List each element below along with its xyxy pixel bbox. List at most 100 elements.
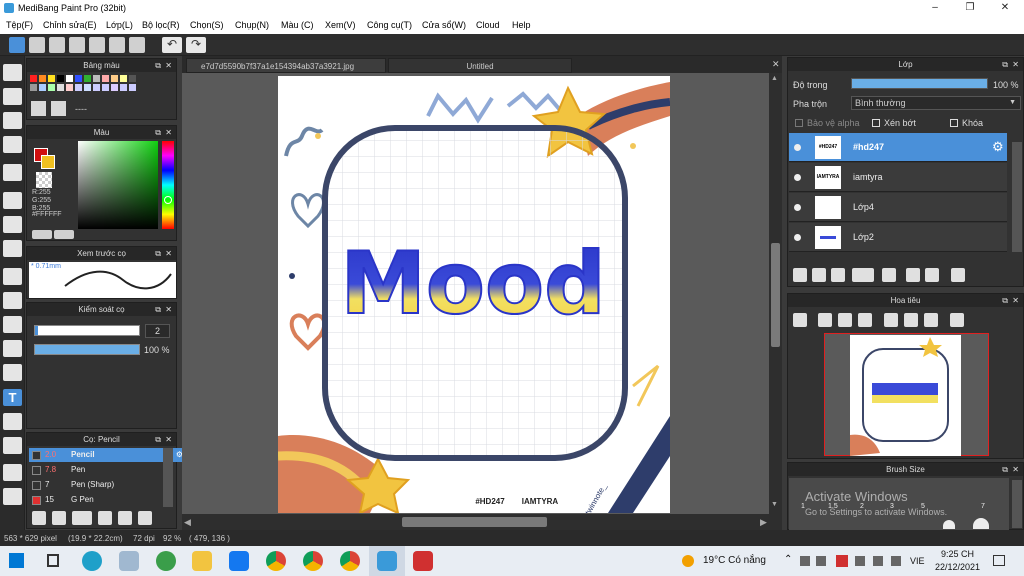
dot-tool-icon[interactable] <box>3 136 22 153</box>
brush-size-field[interactable]: 2 <box>145 324 170 338</box>
edge-icon[interactable] <box>82 551 102 571</box>
menu-view[interactable]: Xem(V) <box>325 20 356 30</box>
new-layer-icon[interactable] <box>793 268 807 282</box>
clip-checkbox[interactable] <box>872 119 880 127</box>
palette-swatch[interactable] <box>111 75 118 82</box>
task-view-icon[interactable] <box>47 554 59 567</box>
select-pen-icon[interactable] <box>3 340 22 357</box>
brush-list-scrollbar[interactable] <box>163 448 173 507</box>
weather-text[interactable]: 19°C Có nắng <box>703 555 766 566</box>
delete-layer-icon[interactable] <box>951 268 965 282</box>
medibang-icon[interactable] <box>377 551 397 571</box>
magic-wand-icon[interactable] <box>3 316 22 333</box>
move-tool-icon[interactable] <box>3 164 22 181</box>
hue-slider[interactable] <box>162 141 174 229</box>
palette-swatch[interactable] <box>120 75 127 82</box>
tray-wifi-icon[interactable] <box>873 556 883 566</box>
operation-tool-icon[interactable] <box>3 413 22 430</box>
palette-swatch[interactable] <box>66 75 73 82</box>
brush-dot-medium[interactable] <box>943 520 955 529</box>
menu-edit[interactable]: Chỉnh sửa(E) <box>43 20 97 30</box>
navigator-preview[interactable] <box>824 333 989 456</box>
text-tool-icon[interactable]: T <box>3 389 22 406</box>
popout-icon[interactable]: ⧉ <box>155 433 161 446</box>
notification-icon[interactable] <box>993 555 1005 566</box>
popout-icon[interactable]: ⧉ <box>1002 294 1008 307</box>
language-indicator[interactable]: VIE <box>910 556 925 566</box>
layer-folder-icon[interactable] <box>882 268 896 282</box>
scroll-down-icon[interactable]: ▼ <box>771 501 778 508</box>
scroll-right-icon[interactable]: ▶ <box>760 517 767 528</box>
canvas-area[interactable]: Mood #HD247 IAMTYRA @twinnote_ <box>182 73 782 530</box>
popout-icon[interactable]: ⧉ <box>1002 58 1008 71</box>
eye-icon[interactable] <box>794 144 801 151</box>
duplicate-icon[interactable] <box>138 511 152 525</box>
close-icon[interactable]: ✕ <box>998 2 1012 13</box>
artwork-canvas[interactable]: Mood #HD247 IAMTYRA @twinnote_ <box>278 76 670 513</box>
brush-tool-icon[interactable] <box>3 64 22 81</box>
menu-capture[interactable]: Chụp(N) <box>235 20 269 30</box>
palette-swatch[interactable] <box>48 75 55 82</box>
weather-icon[interactable] <box>682 555 694 567</box>
merge-layer-icon[interactable] <box>925 268 939 282</box>
hand-tool-icon[interactable] <box>3 488 22 505</box>
palette-swatch[interactable] <box>93 84 100 91</box>
undo-icon[interactable]: ↶ <box>162 37 182 53</box>
select-rect-icon[interactable] <box>3 268 22 285</box>
clock-time[interactable]: 9:25 CH <box>941 549 974 559</box>
pinned-app-icon[interactable] <box>413 551 433 571</box>
palette-swatch[interactable] <box>120 84 127 91</box>
clock-date[interactable]: 22/12/2021 <box>935 562 980 572</box>
upload-icon[interactable] <box>29 37 45 53</box>
menu-file[interactable]: Tệp(F) <box>6 20 33 30</box>
close-icon[interactable]: ✕ <box>165 247 172 260</box>
palette-swatch[interactable] <box>48 84 55 91</box>
chat-icon[interactable] <box>69 37 85 53</box>
layer-list-scrollbar[interactable] <box>1012 142 1022 252</box>
comment-icon[interactable] <box>49 37 65 53</box>
brush-opacity-slider[interactable] <box>34 344 140 355</box>
redo-icon[interactable]: ↷ <box>186 37 206 53</box>
rotate-reset-icon[interactable] <box>904 313 918 327</box>
popout-icon[interactable]: ⧉ <box>155 126 161 139</box>
document-icon[interactable] <box>89 37 105 53</box>
eye-icon[interactable] <box>794 204 801 211</box>
zalo-icon[interactable] <box>229 551 249 571</box>
hue-handle[interactable] <box>164 196 172 204</box>
maximize-icon[interactable]: ❐ <box>963 2 977 13</box>
folder-icon[interactable] <box>118 511 132 525</box>
palette-swatch[interactable] <box>129 75 136 82</box>
palette-swatch[interactable] <box>57 75 64 82</box>
palette-swatch[interactable] <box>30 75 37 82</box>
menu-window[interactable]: Cửa sổ(W) <box>422 20 466 30</box>
gradient-tool-icon[interactable] <box>3 240 22 257</box>
menu-layer[interactable]: Lớp(L) <box>106 20 133 30</box>
eyedropper-icon[interactable] <box>3 437 22 454</box>
eraser-tool-icon[interactable] <box>3 88 22 105</box>
menu-tools[interactable]: Công cụ(T) <box>367 20 412 30</box>
zoom-minus-icon[interactable] <box>858 313 872 327</box>
new-1bit-layer-icon[interactable] <box>831 268 845 282</box>
dropper-icon[interactable] <box>3 464 22 481</box>
blend-mode-select[interactable]: Bình thường ▼ <box>851 96 1021 110</box>
color-mode-toggle[interactable] <box>32 230 52 239</box>
layer-row-hd247[interactable]: #HD247 #hd247 ⚙ <box>789 133 1007 162</box>
palette-swatch[interactable] <box>84 75 91 82</box>
palette-swatch[interactable] <box>30 84 37 91</box>
paint-icon[interactable] <box>119 551 139 571</box>
opacity-slider[interactable] <box>851 78 988 89</box>
add-layer-dropdown-icon[interactable] <box>852 268 874 282</box>
palette-swatch[interactable] <box>129 84 136 91</box>
vertical-scroll-thumb[interactable] <box>771 243 780 347</box>
maps-icon[interactable] <box>156 551 176 571</box>
layer-row-lop2[interactable]: Lớp2 <box>789 223 1007 252</box>
gear-icon[interactable]: ⚙ <box>992 139 1004 155</box>
alpha-protect-checkbox[interactable] <box>795 119 803 127</box>
color-wheel-toggle[interactable] <box>54 230 74 239</box>
new-palette-icon[interactable] <box>31 101 46 116</box>
grid-icon[interactable] <box>129 37 145 53</box>
rotate-right-icon[interactable] <box>924 313 938 327</box>
brush-settings-icon[interactable] <box>98 511 112 525</box>
tray-display-icon[interactable] <box>855 556 865 566</box>
close-icon[interactable]: ✕ <box>165 303 172 316</box>
